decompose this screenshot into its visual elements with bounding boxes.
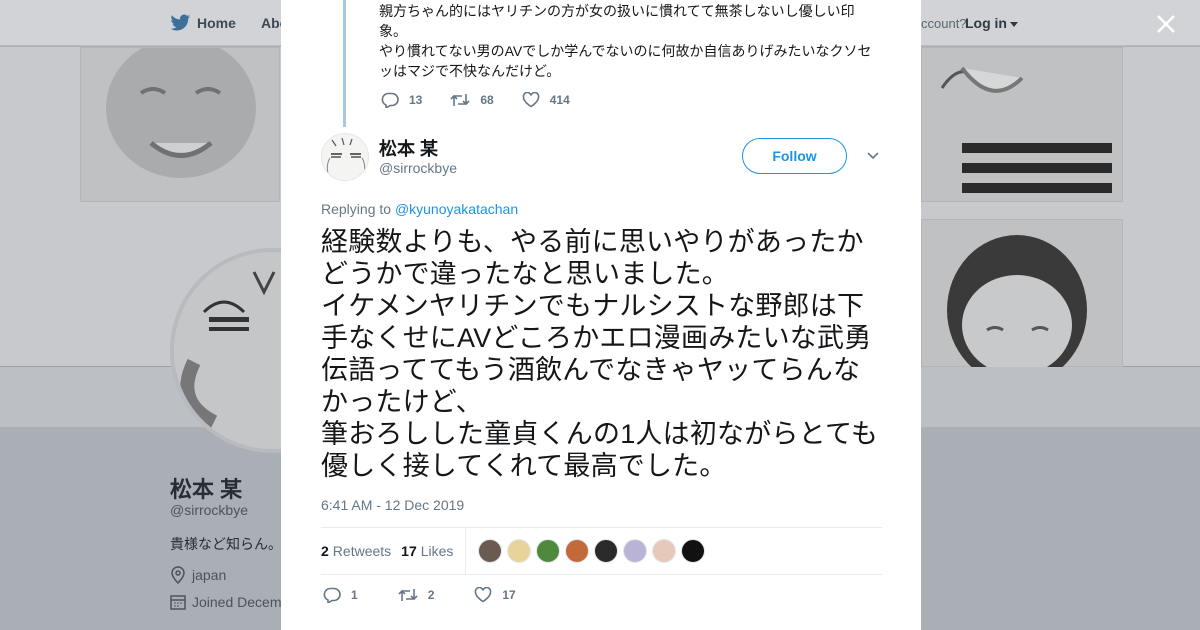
liker-avatars — [478, 539, 710, 563]
parent-tweet-text: 親方ちゃん的にはヤリチンの方が女の扱いに慣れてて無茶しないし優しい印象。 やり慣… — [379, 3, 872, 79]
retweets-stat-label: Retweets — [332, 543, 392, 559]
parent-reply-count: 13 — [409, 93, 423, 107]
heart-icon — [475, 587, 492, 603]
tweet-author-handle[interactable]: @sirrockbye — [379, 160, 457, 176]
replying-to: Replying to @kyunoyakatachan — [321, 201, 518, 217]
parent-reply-button[interactable]: 13 — [381, 92, 422, 108]
liker-avatar[interactable] — [507, 539, 531, 563]
close-icon[interactable] — [1152, 10, 1180, 38]
banner-girl-art — [947, 235, 1087, 385]
replying-to-link[interactable]: @kyunoyakatachan — [395, 201, 518, 217]
banner-illustration-girl — [921, 219, 1123, 385]
nav-home-link[interactable]: Home — [197, 15, 236, 31]
tweet-stats: 2 Retweets 17 Likes — [321, 527, 882, 575]
profile-joined-text: Joined Decem — [192, 594, 282, 610]
reply-icon — [381, 92, 399, 108]
liker-avatar[interactable] — [652, 539, 676, 563]
likes-stat-count: 17 — [401, 543, 417, 559]
like-button[interactable]: 17 — [474, 587, 516, 603]
liker-avatar[interactable] — [565, 539, 589, 563]
banner-striped-art — [940, 66, 1112, 193]
retweet-button[interactable]: 2 — [398, 587, 435, 603]
likes-stat[interactable]: 17 Likes — [401, 543, 453, 559]
chevron-down-icon[interactable] — [866, 150, 880, 162]
tweet-actions: 1 2 17 — [323, 587, 556, 603]
profile-location: japan — [170, 566, 226, 584]
banner-illustration — [80, 38, 280, 202]
replying-to-prefix: Replying to — [321, 201, 392, 217]
reply-icon — [323, 587, 341, 603]
retweets-stat-count: 2 — [321, 543, 329, 559]
twitter-bird-icon[interactable] — [170, 13, 191, 33]
tweet-author-name[interactable]: 松本 某 — [379, 135, 438, 161]
retweet-icon — [450, 94, 470, 106]
stat-counts: 2 Retweets 17 Likes — [321, 528, 466, 574]
login-dropdown[interactable]: Log in — [965, 15, 1018, 31]
parent-tweet-actions: 13 68 414 — [381, 92, 598, 108]
liker-avatar[interactable] — [594, 539, 618, 563]
tweet-author-avatar[interactable] — [321, 133, 369, 181]
avatar-face-art — [322, 134, 368, 180]
parent-retweet-button[interactable]: 68 — [450, 92, 494, 108]
login-label: Log in — [965, 15, 1007, 31]
profile-location-text: japan — [192, 567, 227, 583]
tweet-timestamp[interactable]: 6:41 AM - 12 Dec 2019 — [321, 497, 464, 513]
calendar-icon — [170, 595, 186, 610]
like-count: 17 — [502, 588, 516, 602]
reply-button[interactable]: 1 — [323, 587, 358, 603]
liker-avatar[interactable] — [623, 539, 647, 563]
location-icon — [171, 566, 185, 584]
tweet-modal: 親方ちゃん的にはヤリチンの方が女の扱いに慣れてて無茶しないし優しい印象。 やり慣… — [281, 0, 921, 630]
retweet-icon — [398, 589, 418, 601]
profile-bio: 貴様など知らん。 — [170, 536, 282, 552]
liker-avatar[interactable] — [536, 539, 560, 563]
have-account-text: ccount? — [921, 16, 967, 31]
retweet-count: 2 — [427, 588, 435, 602]
retweets-stat[interactable]: 2 Retweets — [321, 543, 391, 559]
parent-retweet-count: 68 — [480, 93, 494, 107]
banner-face-art — [106, 38, 256, 178]
tweet-text: 経験数よりも、やる前に思いやりがあったかどうかで違ったなと思いました。 イケメン… — [321, 227, 879, 481]
reply-count: 1 — [351, 588, 358, 602]
liker-avatar[interactable] — [478, 539, 502, 563]
profile-handle: @sirrockbye — [170, 502, 249, 518]
likes-stat-label: Likes — [420, 543, 454, 559]
profile-name: 松本 某 — [170, 477, 243, 502]
parent-like-count: 414 — [549, 93, 570, 107]
liker-avatar[interactable] — [681, 539, 705, 563]
banner-illustration-right — [921, 47, 1123, 202]
caret-down-icon — [1010, 21, 1018, 27]
heart-icon — [522, 92, 540, 108]
follow-button[interactable]: Follow — [742, 138, 847, 174]
profile-joined: Joined Decem — [170, 594, 282, 610]
parent-like-button[interactable]: 414 — [522, 92, 570, 108]
thread-line — [343, 0, 346, 127]
